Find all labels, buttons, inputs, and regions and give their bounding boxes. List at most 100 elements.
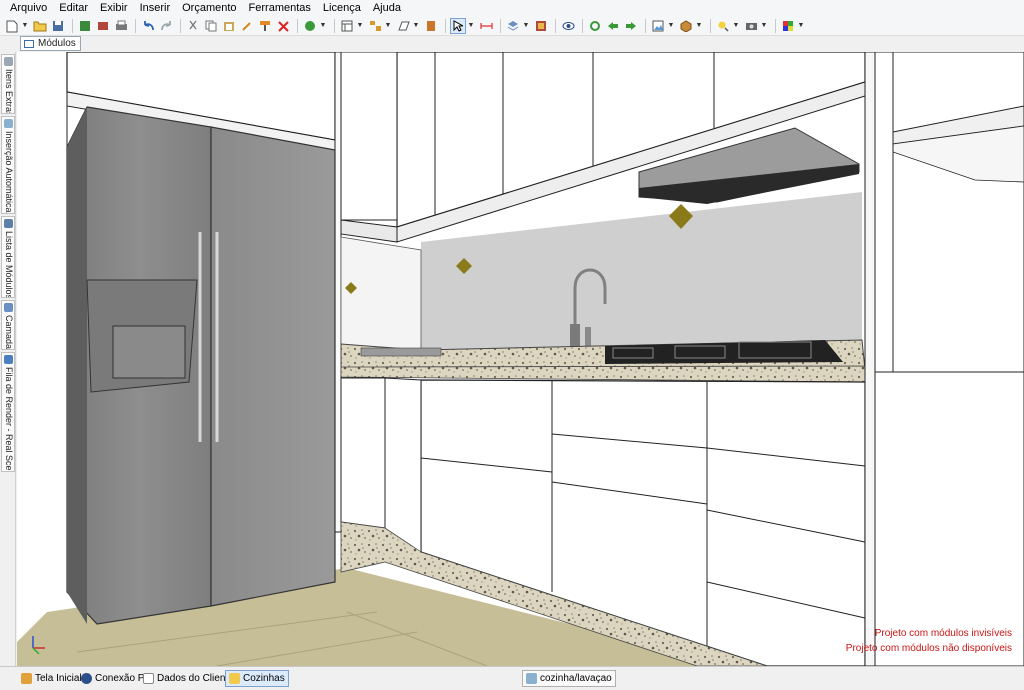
arrow-right-icon[interactable] — [623, 18, 639, 34]
door-icon[interactable] — [423, 18, 439, 34]
toolbar-separator — [555, 19, 556, 33]
catalog-icon[interactable] — [533, 18, 549, 34]
sidebar-tab-lista-de-modulos[interactable]: Lista de Módulos — [1, 216, 15, 298]
image-dropdown-icon[interactable]: ▼ — [668, 18, 675, 34]
layout-dropdown-icon[interactable]: ▼ — [357, 18, 364, 34]
open-folder-icon[interactable] — [32, 18, 48, 34]
extras-icon — [4, 57, 13, 66]
layers-icon[interactable] — [505, 18, 521, 34]
toolbar-separator — [445, 19, 446, 33]
toolbar-separator — [180, 19, 181, 33]
folder-icon — [229, 673, 240, 684]
print-icon[interactable] — [113, 18, 129, 34]
left-dock-sidebar: Itens Extras Inserção Automática Lista d… — [0, 52, 16, 666]
modules-tab[interactable]: Módulos — [20, 36, 81, 51]
module-tab-strip: Módulos — [0, 36, 1024, 52]
delete-icon[interactable] — [275, 18, 291, 34]
3d-viewport[interactable]: Projeto com módulos invisíveis Projeto c… — [17, 52, 1024, 666]
menu-licenca[interactable]: Licença — [317, 0, 367, 17]
copy-icon[interactable] — [203, 18, 219, 34]
task-label: Conexão P — [95, 673, 145, 684]
select-cursor-icon[interactable] — [450, 18, 466, 34]
box-icon[interactable] — [678, 18, 694, 34]
menu-inserir[interactable]: Inserir — [134, 0, 177, 17]
toolbar-separator — [645, 19, 646, 33]
toolbar-separator — [334, 19, 335, 33]
toolbar-separator — [500, 19, 501, 33]
task-label: Cozinhas — [243, 673, 285, 684]
sidebar-tab-label: Lista de Módulos — [4, 231, 14, 298]
measure-icon[interactable] — [478, 18, 494, 34]
layers-dropdown-icon[interactable]: ▼ — [523, 18, 530, 34]
cut-icon[interactable] — [185, 18, 201, 34]
auto-insert-icon — [4, 119, 13, 128]
toolbar-separator — [582, 19, 583, 33]
task-tela-inicial[interactable]: Tela Inicial — [18, 670, 85, 687]
wand-icon[interactable] — [239, 18, 255, 34]
budget-icon[interactable] — [302, 18, 318, 34]
light-dropdown-icon[interactable]: ▼ — [733, 18, 740, 34]
sidebar-tab-label: Itens Extras — [4, 69, 14, 114]
modules-dropdown-icon[interactable]: ▼ — [385, 18, 392, 34]
box-dropdown-icon[interactable]: ▼ — [696, 18, 703, 34]
undo-icon[interactable] — [140, 18, 156, 34]
menu-bar: Arquivo Editar Exibir Inserir Orçamento … — [0, 0, 1024, 17]
camera-icon[interactable] — [743, 18, 759, 34]
status-unavailable-modules: Projeto com módulos não disponíveis — [845, 643, 1012, 654]
sidebar-tab-itens-extras[interactable]: Itens Extras — [1, 54, 15, 114]
save-icon[interactable] — [50, 18, 66, 34]
camera-dropdown-icon[interactable]: ▼ — [761, 18, 768, 34]
sidebar-tab-label: Camadas — [4, 315, 14, 350]
document-icon — [143, 673, 154, 684]
sidebar-tab-camadas[interactable]: Camadas — [1, 300, 15, 350]
task-conexao[interactable]: Conexão P — [78, 670, 147, 687]
module-list-icon — [4, 219, 13, 228]
color-palette-icon[interactable] — [780, 18, 796, 34]
shape-icon[interactable] — [395, 18, 411, 34]
select-dropdown-icon[interactable]: ▼ — [468, 18, 475, 34]
orbit-icon[interactable] — [587, 18, 603, 34]
modules-icon[interactable] — [367, 18, 383, 34]
task-label: Tela Inicial — [35, 673, 82, 684]
task-document-cozinha[interactable]: cozinha/lavaçao — [522, 670, 616, 687]
modules-tab-icon — [24, 39, 34, 48]
budget-dropdown-icon[interactable]: ▼ — [320, 18, 327, 34]
shape-dropdown-icon[interactable]: ▼ — [413, 18, 420, 34]
layout-icon[interactable] — [339, 18, 355, 34]
kitchen-3d-render — [17, 52, 1024, 666]
main-toolbar: ▼ ▼ ▼ ▼ ▼ ▼ ▼ ▼ ▼ ▼ ▼ ▼ — [0, 17, 1024, 36]
cabinet-icon[interactable] — [77, 18, 93, 34]
sidebar-tab-insercao-automatica[interactable]: Inserção Automática — [1, 116, 15, 214]
paint-roller-icon[interactable] — [257, 18, 273, 34]
menu-arquivo[interactable]: Arquivo — [4, 0, 53, 17]
toolbar-separator — [135, 19, 136, 33]
task-cozinhas[interactable]: Cozinhas — [225, 670, 289, 687]
sidebar-tab-fila-de-render[interactable]: Fila de Render - Real Scene — [1, 352, 15, 472]
render-icon[interactable] — [95, 18, 111, 34]
color-dropdown-icon[interactable]: ▼ — [798, 18, 805, 34]
menu-ferramentas[interactable]: Ferramentas — [243, 0, 317, 17]
paste-icon[interactable] — [221, 18, 237, 34]
menu-ajuda[interactable]: Ajuda — [367, 0, 407, 17]
arrow-left-icon[interactable] — [605, 18, 621, 34]
status-invisible-modules: Projeto com módulos invisíveis — [874, 628, 1012, 639]
sidebar-tab-label: Inserção Automática — [4, 131, 14, 213]
task-dados-cliente[interactable]: Dados do Cliente — [140, 670, 237, 687]
modules-tab-label: Módulos — [38, 38, 76, 49]
menu-editar[interactable]: Editar — [53, 0, 94, 17]
new-file-icon[interactable] — [4, 18, 20, 34]
view-eye-icon[interactable] — [560, 18, 576, 34]
home-icon — [21, 673, 32, 684]
menu-exibir[interactable]: Exibir — [94, 0, 134, 17]
redo-icon[interactable] — [158, 18, 174, 34]
image-icon[interactable] — [650, 18, 666, 34]
kitchen-doc-icon — [526, 673, 537, 684]
new-file-dropdown-icon[interactable]: ▼ — [22, 18, 29, 34]
light-icon[interactable] — [715, 18, 731, 34]
render-queue-icon — [4, 355, 13, 364]
menu-orcamento[interactable]: Orçamento — [176, 0, 242, 17]
bottom-taskbar: Tela Inicial Conexão P Dados do Cliente … — [0, 666, 1024, 690]
toolbar-separator — [297, 19, 298, 33]
toolbar-separator — [710, 19, 711, 33]
connection-icon — [81, 673, 92, 684]
